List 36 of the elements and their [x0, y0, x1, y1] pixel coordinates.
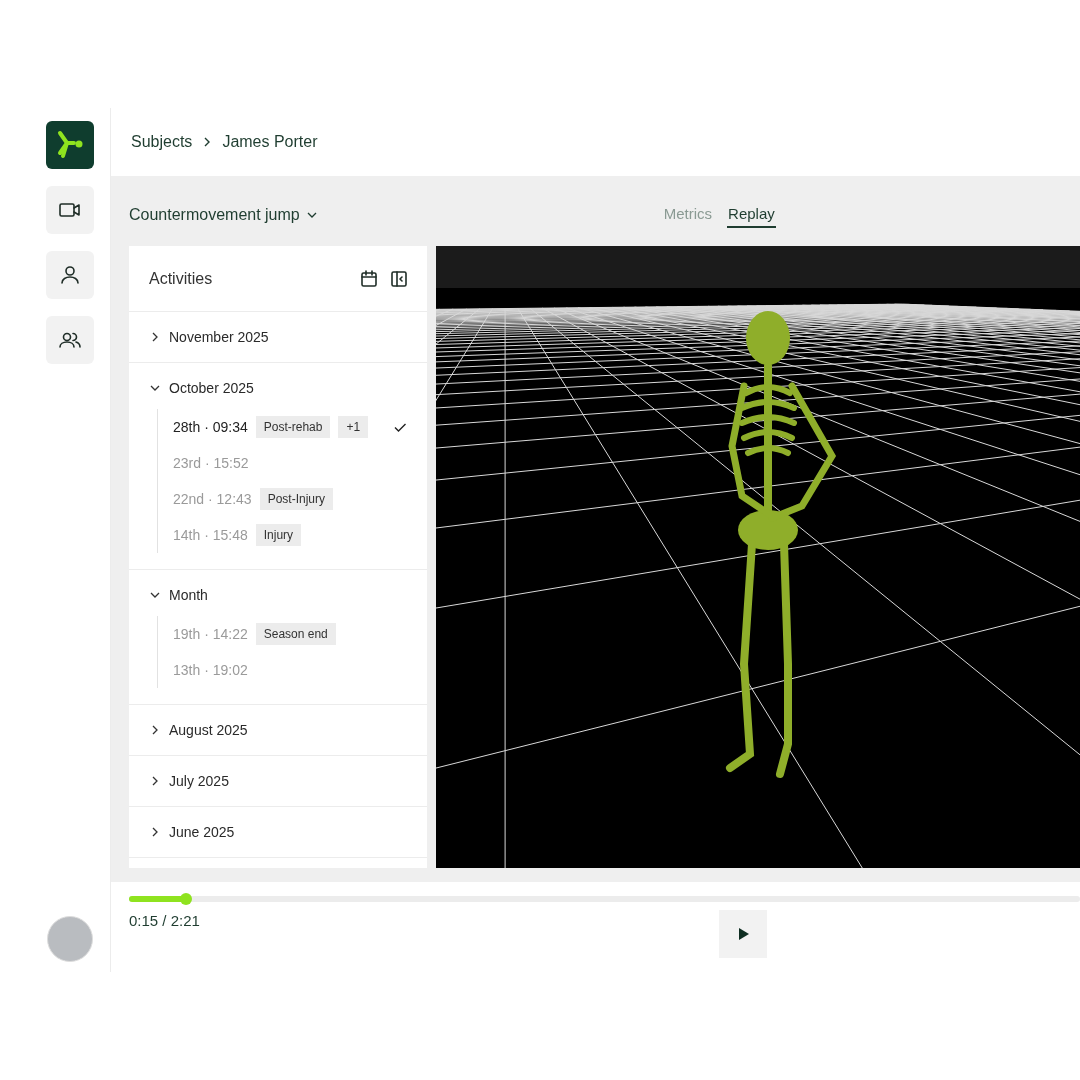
month-toggle[interactable]: November 2025: [129, 312, 427, 362]
calendar-icon: [359, 268, 379, 289]
nav-button[interactable]: [46, 186, 94, 234]
tag: Post-Injury: [259, 488, 333, 510]
collapse-panel-button[interactable]: [389, 268, 409, 289]
play-icon: [736, 927, 750, 941]
activity-time: 13th · 19:02: [173, 662, 248, 678]
activity-time: 19th · 14:22: [173, 626, 248, 642]
nav-button[interactable]: [46, 316, 94, 364]
month-toggle[interactable]: June 2025: [129, 807, 427, 857]
progress-handle[interactable]: [180, 893, 193, 905]
exercise-dropdown[interactable]: Countermovement jump: [129, 206, 318, 224]
breadcrumb-link[interactable]: James Porter: [222, 133, 318, 151]
breadcrumb-link[interactable]: Subjects: [131, 133, 193, 151]
tag: Injury: [255, 524, 302, 546]
tab[interactable]: Replay: [727, 202, 776, 228]
month-toggle[interactable]: August 2025: [129, 705, 427, 755]
activity-item[interactable]: 22nd · 12:43 Post-Injury: [173, 481, 427, 517]
nav-button[interactable]: [46, 251, 94, 299]
person-icon: [58, 263, 82, 287]
activity-time: 14th · 15:48: [173, 527, 248, 543]
progress-track[interactable]: [129, 896, 1080, 902]
tag: Season end: [255, 623, 336, 645]
tag: Post-rehab: [255, 416, 331, 438]
activity-item[interactable]: 14th · 15:48 Injury: [173, 517, 427, 553]
calendar-button[interactable]: [359, 268, 379, 289]
activity-time: 22nd · 12:43: [173, 491, 252, 507]
panel-title: Activities: [149, 269, 214, 288]
activity-time: 23rd · 15:52: [173, 455, 249, 471]
tag: +1: [338, 416, 369, 438]
collapse-sidebar-icon: [389, 268, 409, 289]
activity-time: 28th · 09:34: [173, 419, 248, 435]
month-toggle[interactable]: July 2025: [129, 756, 427, 806]
logo-icon: [46, 121, 94, 169]
play-button[interactable]: [719, 910, 767, 958]
playback-time: 0:15 / 2:21: [129, 912, 201, 929]
